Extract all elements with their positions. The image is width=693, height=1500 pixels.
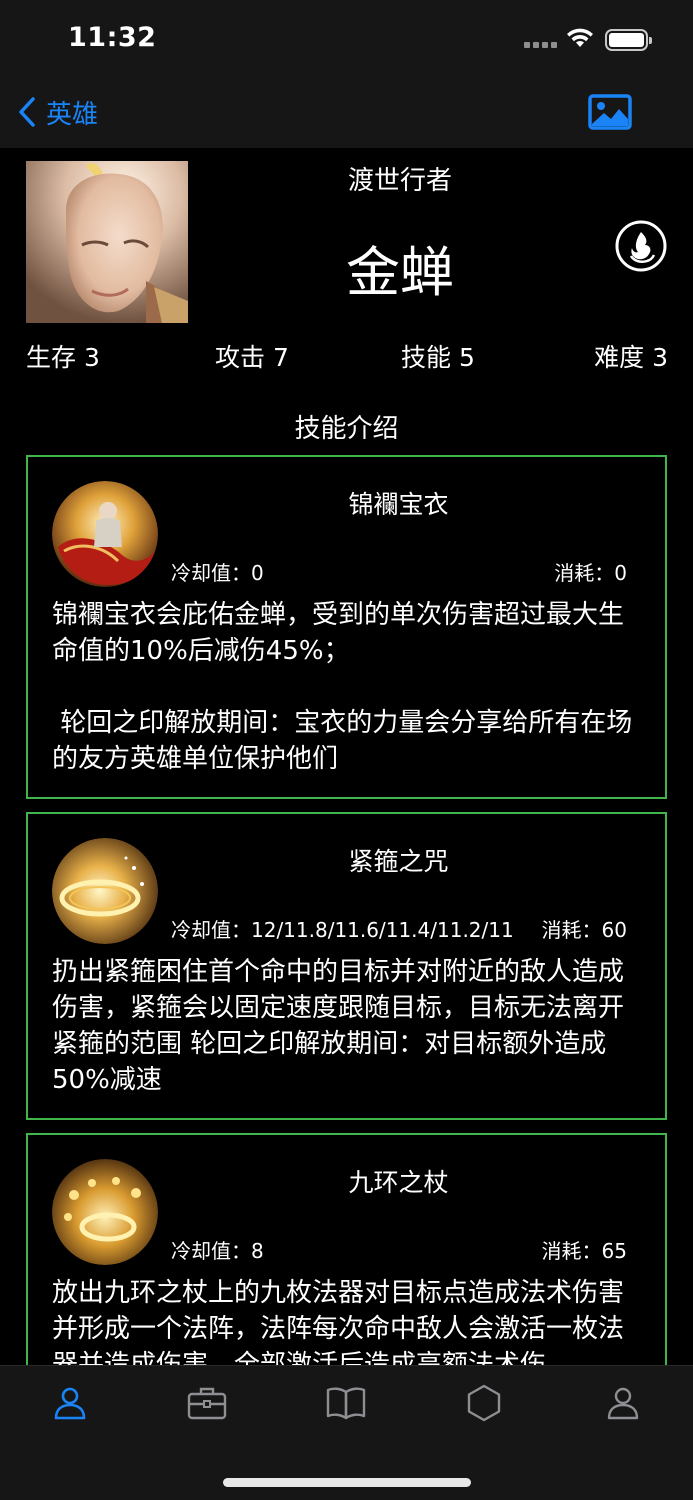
wifi-icon (565, 27, 595, 53)
hero-class-button[interactable] (614, 219, 668, 273)
back-button-label: 英雄 (46, 99, 99, 130)
status-bar: 11:32 (0, 0, 693, 80)
hexagon-icon (467, 1384, 501, 1422)
stat-difficulty: 难度 3 (594, 343, 668, 372)
stat-skill: 技能 5 (401, 343, 475, 372)
skill-cooldown: 冷却值：12/11.8/11.6/11.4/11.2/11 (171, 918, 514, 942)
person-icon (54, 1387, 86, 1420)
chevron-left-icon (19, 97, 35, 127)
tab-heroes[interactable] (40, 1378, 100, 1428)
skill-name: 紧箍之咒 (348, 847, 449, 876)
hero-subtitle: 渡世行者 (347, 166, 452, 196)
home-indicator[interactable] (223, 1478, 471, 1487)
skill-name: 九环之杖 (348, 1168, 449, 1197)
briefcase-icon (187, 1387, 227, 1420)
photo-gallery-button[interactable] (588, 94, 632, 134)
tab-items[interactable] (177, 1378, 237, 1428)
skill-cooldown: 冷却值：8 (171, 1239, 264, 1263)
tab-runes[interactable] (454, 1378, 514, 1428)
skill-description: 扔出紧箍困住首个命中的目标并对附近的敌人造成伤害，紧箍会以固定速度跟随目标，目标… (52, 957, 625, 1095)
photo-gallery-icon (588, 94, 632, 130)
stat-survival: 生存 3 (26, 343, 100, 372)
skills-section-title: 技能介绍 (294, 414, 399, 444)
skill-cost: 消耗：65 (541, 1239, 627, 1263)
skill-description: 锦襴宝衣会庇佑金蝉，受到的单次伤害超过最大生命值的10%后减伤45%； 轮回之印… (52, 600, 633, 774)
status-time: 11:32 (68, 22, 157, 53)
profile-icon (607, 1387, 639, 1420)
skill-name: 锦襴宝衣 (348, 490, 449, 519)
flame-icon (615, 220, 667, 272)
navigation-bar: 英雄 (0, 80, 693, 148)
book-icon (326, 1387, 366, 1420)
back-button[interactable]: 英雄 (18, 92, 98, 132)
battery-icon (605, 29, 652, 51)
hero-stats: 生存 3 攻击 7 技能 5 难度 3 (26, 338, 668, 372)
tab-guide[interactable] (316, 1378, 376, 1428)
tab-profile[interactable] (593, 1378, 653, 1428)
skill-cost: 消耗：0 (554, 561, 627, 585)
stat-attack: 攻击 7 (215, 343, 289, 372)
skill-card: 紧箍之咒 冷却值：12/11.8/11.6/11.4/11.2/11 消耗：60… (26, 812, 667, 1120)
skill-cost: 消耗：60 (541, 918, 627, 942)
signal-icon (524, 42, 557, 48)
skill-cooldown: 冷却值：0 (171, 561, 264, 585)
hero-name: 金蝉 (346, 241, 454, 304)
skill-card: 锦襴宝衣 冷却值：0 消耗：0 锦襴宝衣会庇佑金蝉，受到的单次伤害超过最大生命值… (26, 455, 667, 799)
